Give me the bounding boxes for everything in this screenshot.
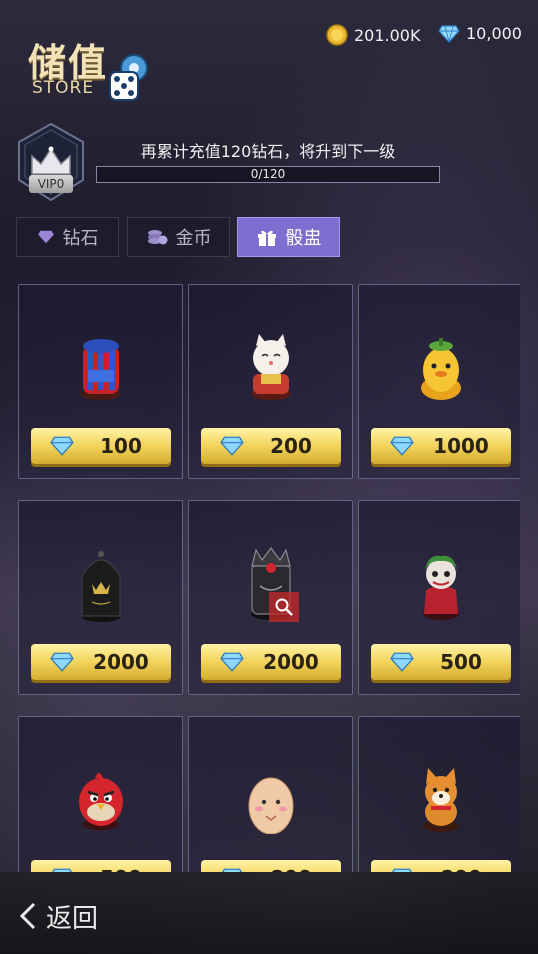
store-item-card[interactable]: 800 — [188, 716, 353, 872]
diamond-icon — [37, 230, 55, 244]
price-button[interactable]: 500 — [31, 860, 171, 872]
diamond-icon — [390, 652, 414, 672]
red-bird-cup-icon — [78, 773, 123, 830]
store-item-card[interactable]: 100 — [18, 284, 183, 479]
price-value: 1000 — [433, 434, 489, 458]
vip-progress-text: 0/120 — [250, 167, 286, 181]
store-item-card[interactable]: 1000 — [358, 284, 520, 479]
tab-coins[interactable]: 金币 — [127, 217, 230, 257]
store-item-card[interactable]: 800 — [358, 716, 520, 872]
store-item-card[interactable]: 2000 — [18, 500, 183, 695]
diamond-icon — [390, 436, 414, 456]
back-button[interactable]: 返回 — [18, 896, 98, 936]
coin-amount: 201.00K — [354, 25, 421, 45]
diamond-icon — [50, 436, 74, 456]
dice-icon — [109, 54, 148, 101]
price-button[interactable]: 2000 — [201, 644, 341, 680]
tab-label: 金币 — [175, 228, 212, 249]
tab-label: 骰盅 — [285, 228, 322, 249]
lucky-cat-cup-icon — [250, 334, 291, 400]
price-button[interactable]: 800 — [201, 860, 341, 872]
tab-diamonds[interactable]: 钻石 — [16, 217, 119, 257]
price-value: 800 — [249, 860, 333, 872]
vip-upgrade-message: 再累计充值120钻石，将升到下一级 — [140, 142, 396, 161]
vip-badge: VIP0 — [16, 122, 86, 202]
price-value: 800 — [419, 860, 503, 872]
joker-cup-icon — [422, 555, 459, 620]
diamond-icon — [220, 436, 244, 456]
item-grid: 100 200 1000 2000 2000 500 — [18, 284, 520, 872]
store-item-card[interactable]: 500 — [18, 716, 183, 872]
vip-progress-bar: 0/120 — [96, 166, 440, 183]
price-button[interactable]: 200 — [201, 428, 341, 464]
dice-cup-red-blue-icon — [80, 339, 121, 400]
zoom-icon[interactable] — [269, 592, 299, 622]
egg-cup-icon — [248, 777, 293, 834]
coin-balance: 201.00K — [326, 24, 420, 46]
price-button[interactable]: 100 — [31, 428, 171, 464]
store-subtitle: STORE — [32, 78, 95, 98]
shiba-dog-cup-icon — [422, 768, 459, 832]
store-item-card[interactable]: 500 — [358, 500, 520, 695]
price-value: 2000 — [93, 650, 149, 674]
price-value: 200 — [270, 434, 312, 458]
vip-level-label: VIP0 — [29, 175, 73, 193]
store-logo: 储值 STORE — [24, 30, 150, 112]
diamond-icon — [438, 24, 460, 43]
price-value: 500 — [79, 860, 163, 872]
chevron-left-icon — [18, 901, 38, 931]
price-button[interactable]: 500 — [371, 644, 511, 680]
price-button[interactable]: 1000 — [371, 428, 511, 464]
price-value: 2000 — [263, 650, 319, 674]
diamond-amount: 10,000 — [466, 24, 522, 43]
price-value: 500 — [440, 650, 482, 674]
store-item-card[interactable]: 200 — [188, 284, 353, 479]
gift-icon — [256, 227, 278, 247]
tab-dice-cups[interactable]: 骰盅 — [237, 217, 340, 257]
black-bell-cup-icon — [80, 551, 121, 622]
diamond-icon — [50, 652, 74, 672]
crown-icon — [31, 146, 71, 175]
coins-icon — [146, 228, 168, 246]
duck-cup-icon — [420, 338, 461, 400]
tab-label: 钻石 — [62, 228, 99, 249]
price-value: 100 — [100, 434, 142, 458]
price-button[interactable]: 800 — [371, 860, 511, 872]
price-button[interactable]: 2000 — [31, 644, 171, 680]
back-label: 返回 — [46, 903, 99, 934]
store-item-card[interactable]: 2000 — [188, 500, 353, 695]
diamond-balance: 10,000 — [438, 24, 522, 43]
gold-coin-icon — [326, 24, 348, 46]
diamond-icon — [220, 652, 244, 672]
